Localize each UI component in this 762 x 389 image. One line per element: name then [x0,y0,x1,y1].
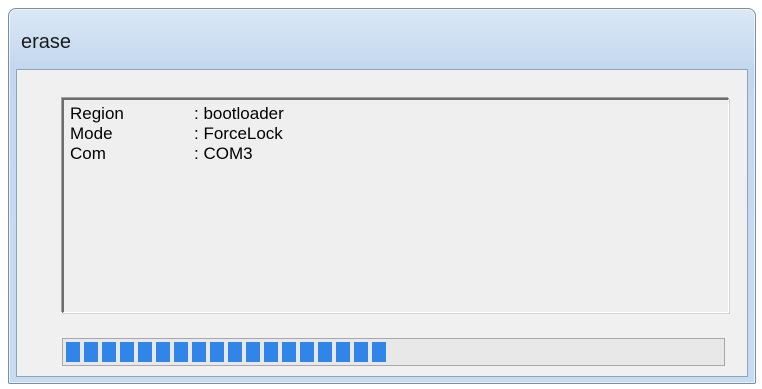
log-key: Mode [70,124,113,143]
log-line-region: Region : bootloader [70,104,722,124]
log-textbox[interactable]: Region : bootloader Mode : ForceLock Com : … [62,98,729,313]
progress-fill [66,342,386,362]
title-bar[interactable]: erase [9,9,755,71]
log-value: : COM3 [194,144,253,163]
log-line-com: Com : COM3 [70,144,722,164]
log-value: : ForceLock [194,124,283,143]
log-line-mode: Mode : ForceLock [70,124,722,144]
log-key: Com [70,144,106,163]
window-title: erase [21,31,72,53]
erase-progress-bar [62,338,725,366]
log-key: Region [70,104,124,123]
erase-dialog-window: erase Region : bootloader Mode : ForceLock… [8,8,756,384]
dialog-client-area: Region : bootloader Mode : ForceLock Com : … [16,69,748,377]
log-value: : bootloader [194,104,284,123]
